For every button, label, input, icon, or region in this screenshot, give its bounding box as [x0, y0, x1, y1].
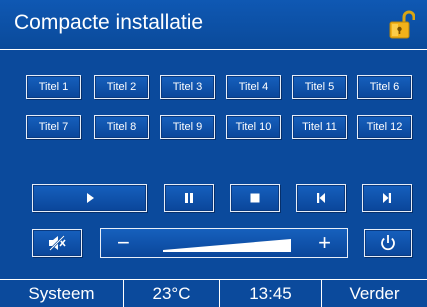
stop-button[interactable] [230, 184, 280, 212]
control-panel-screen: Compacte installatie Titel 1 Titel 2 Tit… [0, 0, 427, 307]
title-button-label: Titel 7 [38, 121, 69, 133]
volume-up-button[interactable]: + [318, 231, 331, 255]
next-track-button[interactable] [362, 184, 412, 212]
page-title: Compacte installatie [14, 11, 204, 34]
temperature-readout: 23°C [123, 280, 219, 307]
title-button-label: Titel 6 [369, 81, 400, 93]
clock-readout: 13:45 [219, 280, 321, 307]
title-button-12[interactable]: Titel 12 [357, 115, 412, 139]
title-button-6[interactable]: Titel 6 [357, 75, 412, 99]
title-button-8[interactable]: Titel 8 [94, 115, 149, 139]
volume-down-button[interactable]: − [117, 231, 130, 255]
title-button-label: Titel 4 [238, 81, 269, 93]
title-button-1[interactable]: Titel 1 [26, 75, 81, 99]
title-button-label: Titel 5 [304, 81, 335, 93]
mute-button[interactable] [32, 229, 82, 257]
unlocked-padlock-icon[interactable] [389, 10, 415, 40]
title-button-label: Titel 12 [366, 121, 403, 133]
title-button-4[interactable]: Titel 4 [226, 75, 281, 99]
play-icon [86, 193, 94, 203]
header-bar: Compacte installatie [0, 0, 427, 50]
next-button[interactable]: Verder [321, 280, 427, 307]
previous-track-icon [317, 193, 325, 203]
title-button-label: Titel 10 [235, 121, 272, 133]
pause-button[interactable] [164, 184, 214, 212]
title-button-2[interactable]: Titel 2 [94, 75, 149, 99]
title-button-9[interactable]: Titel 9 [160, 115, 215, 139]
temperature-value: 23°C [152, 283, 191, 303]
previous-track-button[interactable] [296, 184, 346, 212]
title-button-3[interactable]: Titel 3 [160, 75, 215, 99]
time-value: 13:45 [249, 283, 292, 303]
title-button-7[interactable]: Titel 7 [26, 115, 81, 139]
volume-level-wedge [163, 239, 291, 252]
status-footer: Systeem 23°C 13:45 Verder [0, 279, 427, 307]
title-button-label: Titel 11 [302, 121, 337, 133]
title-button-label: Titel 3 [172, 81, 203, 93]
title-button-label: Titel 8 [106, 121, 137, 133]
title-button-10[interactable]: Titel 10 [226, 115, 281, 139]
system-button[interactable]: Systeem [0, 280, 123, 307]
title-button-label: Titel 9 [172, 121, 203, 133]
title-button-label: Titel 1 [38, 81, 69, 93]
play-button[interactable] [32, 184, 147, 212]
pause-icon [185, 193, 193, 203]
next-track-icon [383, 193, 391, 203]
volume-slider[interactable]: − + [100, 228, 348, 258]
power-icon [381, 235, 395, 251]
system-label: Systeem [28, 283, 95, 303]
title-button-label: Titel 2 [106, 81, 137, 93]
mute-icon [49, 235, 66, 251]
stop-icon [250, 193, 260, 203]
power-button[interactable] [364, 229, 412, 257]
title-button-5[interactable]: Titel 5 [292, 75, 347, 99]
next-label: Verder [349, 283, 400, 303]
title-button-11[interactable]: Titel 11 [292, 115, 347, 139]
